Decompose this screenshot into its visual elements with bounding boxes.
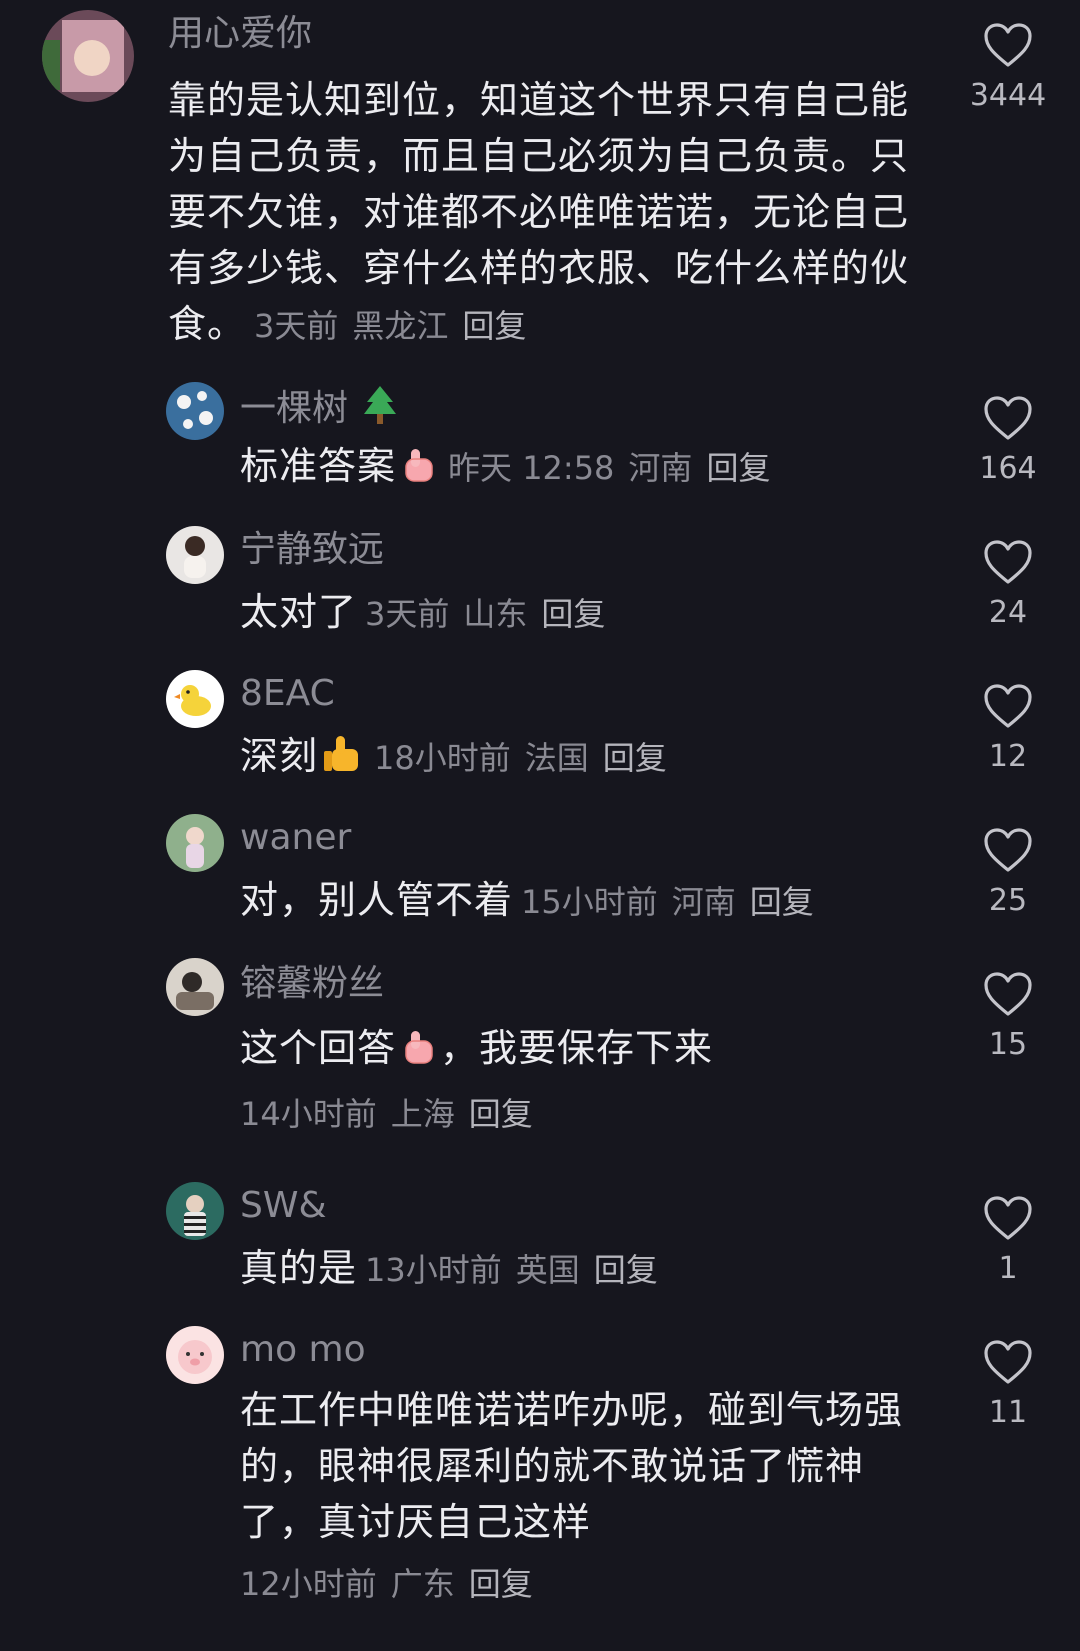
comment-body: 太对了 [240, 590, 358, 634]
comment-location: 山东 [463, 595, 528, 633]
avatar[interactable] [166, 958, 224, 1016]
pink-thumbs-up-emoji-icon [398, 445, 438, 485]
like-button[interactable]: 11 [968, 1339, 1048, 1433]
comment-location: 上海 [390, 1095, 455, 1133]
like-count: 3444 [969, 78, 1047, 113]
like-button[interactable]: 3444 [968, 22, 1048, 116]
like-button[interactable]: 164 [968, 395, 1048, 489]
like-button[interactable]: 1 [968, 1195, 1048, 1289]
comment-meta: 15小时前 河南 回复 [521, 883, 828, 921]
like-count: 24 [988, 595, 1028, 630]
username[interactable]: mo mo [240, 1328, 366, 1372]
comment-text: 太对了 3天前 山东 回复 [240, 584, 940, 642]
comment-time: 13小时前 [365, 1251, 502, 1289]
comment-text: 这个回答 ，我要保存下来 [240, 1020, 940, 1076]
heart-outline-icon [983, 395, 1033, 441]
comment-location: 河南 [628, 449, 693, 487]
comment-time: 3天前 [254, 307, 339, 345]
comment-body: 在工作中唯唯诺诺咋办呢，碰到气场强的，眼神很犀利的就不敢说话了慌神了，真讨厌自己… [240, 1388, 904, 1544]
avatar[interactable] [166, 814, 224, 872]
avatar[interactable] [166, 670, 224, 728]
comment-body: 靠的是认知到位，知道这个世界只有自己能为自己负责，而且自己必须为自己负责。只要不… [168, 78, 910, 346]
avatar[interactable] [166, 382, 224, 440]
like-button[interactable]: 15 [968, 971, 1048, 1065]
like-count: 1 [998, 1251, 1018, 1286]
comment-time: 14小时前 [240, 1095, 377, 1133]
comment-text: 对，别人管不着 15小时前 河南 回复 [240, 872, 940, 930]
like-count: 25 [988, 883, 1028, 918]
comment-time: 3天前 [365, 595, 450, 633]
comment-time: 12小时前 [240, 1565, 377, 1603]
comment-location: 河南 [671, 883, 736, 921]
comment-location: 法国 [524, 739, 589, 777]
comment-meta: 3天前 山东 回复 [365, 595, 619, 633]
like-count: 15 [988, 1027, 1028, 1062]
like-count: 12 [988, 739, 1028, 774]
reply-button[interactable]: 回复 [541, 595, 605, 633]
username-text: 一棵树 [240, 388, 349, 429]
comment-body: 真的是 [240, 1246, 358, 1290]
comment-time: 昨天 12:58 [448, 449, 615, 487]
avatar[interactable] [42, 10, 134, 102]
like-button[interactable]: 12 [968, 683, 1048, 777]
comment-meta: 3天前 黑龙江 回复 [254, 307, 540, 345]
reply-button[interactable]: 回复 [750, 883, 814, 921]
pink-thumbs-up-emoji-icon [398, 1027, 438, 1067]
like-count: 11 [988, 1395, 1028, 1430]
comment-time: 15小时前 [521, 883, 658, 921]
comment-body: 标准答案 [240, 444, 397, 488]
comment-text: 标准答案 昨天 12:58 河南 回复 [240, 438, 940, 496]
comment-meta: 18小时前 法国 回复 [374, 739, 681, 777]
like-button[interactable]: 24 [968, 539, 1048, 633]
comment-text: 真的是 13小时前 英国 回复 [240, 1240, 940, 1298]
thumbs-up-emoji-icon [324, 736, 359, 771]
heart-outline-icon [983, 971, 1033, 1017]
reply-button[interactable]: 回复 [469, 1095, 533, 1133]
reply-button[interactable]: 回复 [603, 739, 667, 777]
like-count: 164 [979, 451, 1037, 486]
heart-outline-icon [983, 1339, 1033, 1385]
username[interactable]: SW& [240, 1184, 327, 1228]
reply-button[interactable]: 回复 [469, 1565, 533, 1603]
heart-outline-icon [983, 683, 1033, 729]
comment-meta: 14小时前 上海 回复 [240, 1092, 547, 1136]
avatar[interactable] [166, 1326, 224, 1384]
comment-text: 深刻 18小时前 法国 回复 [240, 728, 940, 786]
comment-meta: 13小时前 英国 回复 [365, 1251, 672, 1289]
username[interactable]: 一棵树 [240, 384, 401, 431]
comment-location: 黑龙江 [352, 307, 449, 345]
comment-text: 在工作中唯唯诺诺咋办呢，碰到气场强的，眼神很犀利的就不敢说话了慌神了，真讨厌自己… [240, 1382, 940, 1550]
heart-outline-icon [983, 22, 1033, 68]
username[interactable]: 宁静致远 [240, 528, 384, 572]
avatar[interactable] [166, 1182, 224, 1240]
username[interactable]: 用心爱你 [168, 12, 312, 56]
comment-body: 深刻 [240, 734, 319, 778]
reply-button[interactable]: 回复 [462, 307, 526, 345]
comment-body: 对，别人管不着 [240, 878, 514, 922]
comment-meta: 昨天 12:58 河南 回复 [448, 449, 784, 487]
comment-body-continued: ，我要保存下来 [440, 1026, 714, 1070]
comment-location: 广东 [390, 1565, 455, 1603]
like-button[interactable]: 25 [968, 827, 1048, 921]
comment-body: 这个回答 [240, 1026, 397, 1070]
username[interactable]: 8EAC [240, 672, 335, 716]
tree-emoji-icon [364, 386, 397, 424]
heart-outline-icon [983, 539, 1033, 585]
avatar[interactable] [166, 526, 224, 584]
heart-outline-icon [983, 827, 1033, 873]
username[interactable]: 镕馨粉丝 [240, 962, 384, 1006]
comment-time: 18小时前 [374, 739, 511, 777]
comment-meta: 12小时前 广东 回复 [240, 1562, 547, 1606]
reply-button[interactable]: 回复 [594, 1251, 658, 1289]
comment-text: 靠的是认知到位，知道这个世界只有自己能为自己负责，而且自己必须为自己负责。只要不… [168, 72, 938, 354]
username[interactable]: waner [240, 816, 351, 860]
reply-button[interactable]: 回复 [706, 449, 770, 487]
heart-outline-icon [983, 1195, 1033, 1241]
comment-location: 英国 [515, 1251, 580, 1289]
